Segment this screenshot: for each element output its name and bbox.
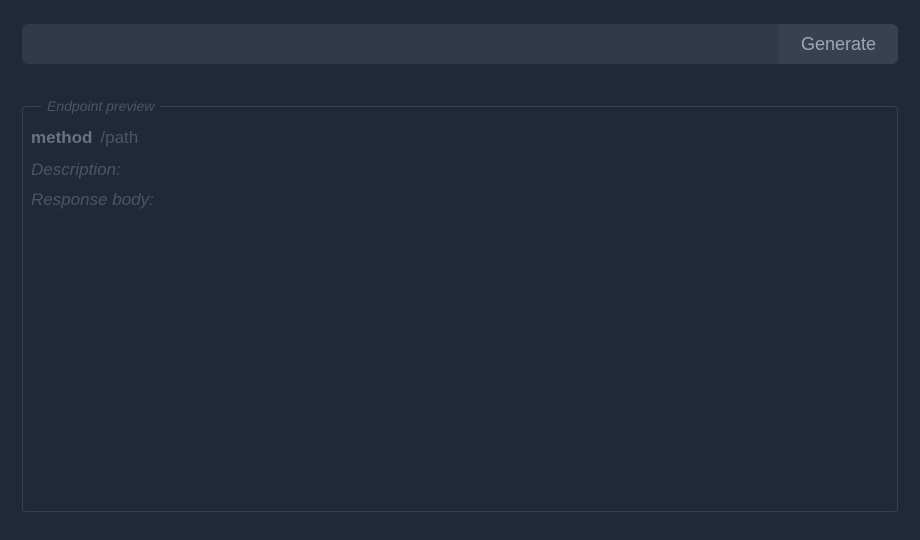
input-row: Generate bbox=[22, 24, 898, 64]
preview-legend: Endpoint preview bbox=[41, 98, 160, 114]
generate-button[interactable]: Generate bbox=[779, 24, 898, 64]
preview-body: method /path Description: Response body: bbox=[31, 128, 889, 210]
path-placeholder: /path bbox=[100, 128, 138, 148]
prompt-input[interactable] bbox=[22, 24, 779, 64]
method-placeholder: method bbox=[31, 128, 92, 148]
method-path: method /path bbox=[31, 128, 889, 148]
response-body-label: Response body: bbox=[31, 190, 889, 210]
endpoint-preview: Endpoint preview method /path Descriptio… bbox=[22, 98, 898, 512]
description-label: Description: bbox=[31, 160, 889, 180]
